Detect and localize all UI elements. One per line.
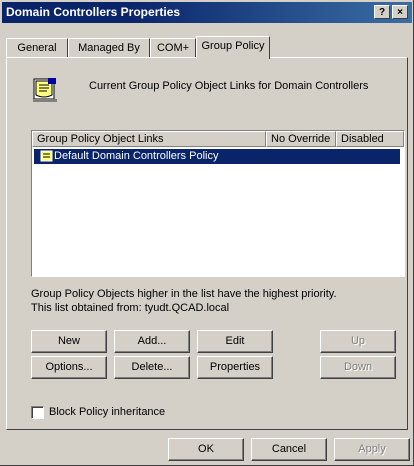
header-description: Current Group Policy Object Links for Do… <box>89 80 369 92</box>
title-bar[interactable]: Domain Controllers Properties ? × <box>2 2 412 23</box>
help-button[interactable]: ? <box>374 5 390 19</box>
priority-note: Group Policy Objects higher in the list … <box>31 288 337 300</box>
apply-button[interactable]: Apply <box>334 438 410 461</box>
cancel-button[interactable]: Cancel <box>251 438 327 461</box>
column-header-no-override[interactable]: No Override <box>266 131 336 147</box>
delete-button[interactable]: Delete... <box>114 356 190 379</box>
block-inheritance-label: Block Policy inheritance <box>49 406 166 418</box>
tab-group-policy[interactable]: Group Policy <box>196 36 270 59</box>
add-button[interactable]: Add... <box>114 330 190 353</box>
close-button[interactable]: × <box>392 5 408 19</box>
block-inheritance-checkbox[interactable] <box>31 406 44 419</box>
tab-managed-by[interactable]: Managed By <box>68 38 150 58</box>
column-header-links[interactable]: Group Policy Object Links <box>32 131 266 147</box>
policy-scroll-icon <box>40 150 53 162</box>
tab-com-plus[interactable]: COM+ <box>150 38 196 58</box>
new-button[interactable]: New <box>31 330 107 353</box>
gpo-links-list[interactable]: Group Policy Object Links No Override Di… <box>31 130 405 277</box>
column-header-disabled[interactable]: Disabled <box>336 131 404 147</box>
up-button[interactable]: Up <box>320 330 396 353</box>
options-button[interactable]: Options... <box>31 356 107 379</box>
group-policy-icon <box>33 78 57 102</box>
list-item[interactable]: Default Domain Controllers Policy <box>34 149 400 164</box>
list-item-label: Default Domain Controllers Policy <box>54 150 219 162</box>
group-policy-panel: Current Group Policy Object Links for Do… <box>6 57 408 430</box>
edit-button[interactable]: Edit <box>197 330 273 353</box>
source-note: This list obtained from: tyudt.QCAD.loca… <box>31 302 230 314</box>
ok-button[interactable]: OK <box>168 438 244 461</box>
properties-button[interactable]: Properties <box>197 356 273 379</box>
properties-dialog: Domain Controllers Properties ? × Genera… <box>0 0 414 466</box>
window-title: Domain Controllers Properties <box>6 5 181 19</box>
tab-general[interactable]: General <box>6 38 68 58</box>
down-button[interactable]: Down <box>320 356 396 379</box>
